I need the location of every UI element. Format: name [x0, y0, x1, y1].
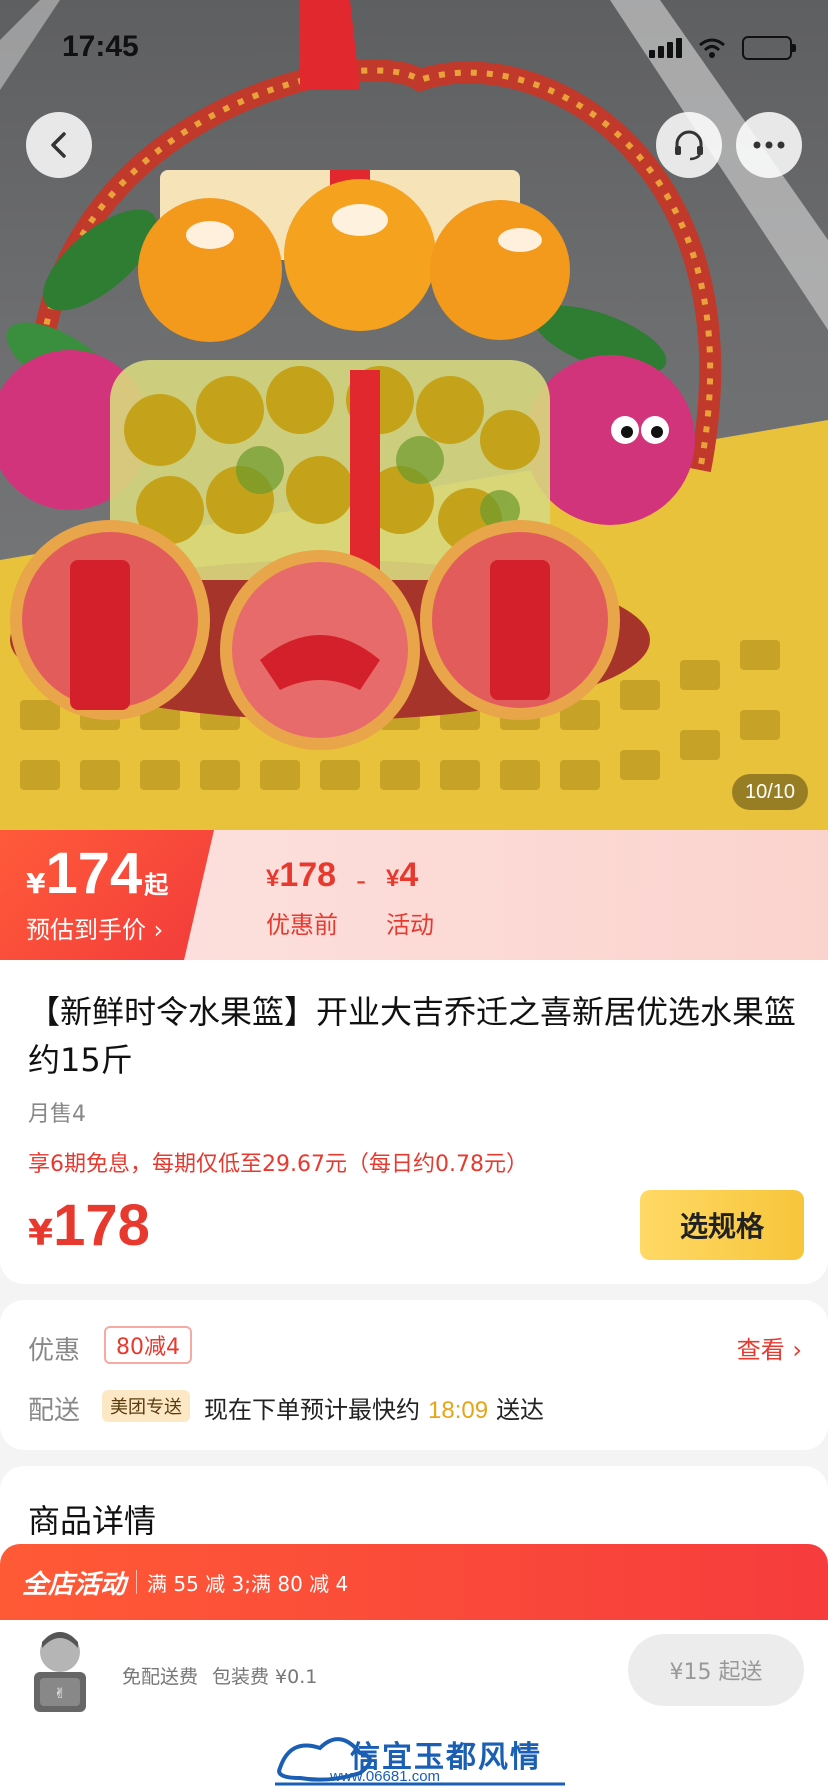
minus-sign: -: [356, 864, 367, 897]
discount-label: 优惠: [28, 1336, 81, 1366]
wifi-icon: [699, 38, 725, 58]
divider: [136, 1570, 138, 1594]
delivery-tag: 美团专送: [102, 1390, 190, 1422]
more-dots-icon: [753, 141, 785, 149]
delivery-prefix: 现在下单预计最快约: [204, 1396, 420, 1424]
cart-mascot-icon[interactable]: ✌: [24, 1628, 96, 1720]
product-price: ¥ 178: [28, 1192, 150, 1259]
signal-icon: [649, 38, 682, 58]
discount-block: ¥4 活动: [386, 856, 434, 940]
discount-amount-value: 4: [399, 856, 419, 894]
estimated-price: ¥ 174 起: [26, 840, 168, 907]
select-spec-button[interactable]: 选规格: [640, 1190, 804, 1260]
product-price-value: 178: [53, 1193, 150, 1258]
discount-delivery-card: 优惠 80减4 查看 › 配送 美团专送 现在下单预计最快约 18:09 送达: [0, 1300, 828, 1450]
original-price-value: 178: [279, 856, 337, 894]
estimated-price-block[interactable]: ¥ 174 起 预估到手价 ›: [0, 830, 214, 960]
currency-symbol: ¥: [386, 865, 400, 892]
estimated-price-label: 预估到手价 ›: [26, 916, 164, 944]
store-activity-bar[interactable]: 全店活动 满 55 减 3;满 80 减 4: [0, 1544, 828, 1620]
monthly-sales: 月售4: [28, 1102, 86, 1127]
back-button[interactable]: [26, 112, 92, 178]
status-bar: 17:45: [0, 0, 828, 100]
fee-info: 免配送费 包装费 ¥0.1: [122, 1662, 331, 1689]
currency-symbol: ¥: [28, 1213, 54, 1254]
installment-info[interactable]: 享6期免息，每期仅低至29.67元（每日约0.78元）: [28, 1146, 528, 1178]
delivery-estimate: 现在下单预计最快约 18:09 送达: [204, 1390, 544, 1425]
price-suffix: 起: [144, 871, 169, 899]
currency-symbol: ¥: [26, 867, 46, 900]
bottom-cart-bar: ✌ 免配送费 包装费 ¥0.1 ¥15 起送 信宜玉都风情 www.06681.c…: [0, 1620, 828, 1792]
min-order-button[interactable]: ¥15 起送: [628, 1634, 804, 1706]
price-banner: ¥ 174 起 预估到手价 › ¥178 优惠前 - ¥4 活动: [0, 830, 828, 960]
status-time: 17:45: [62, 30, 139, 63]
headset-icon: [675, 130, 703, 161]
product-title: 【新鲜时令水果篮】开业大吉乔迁之喜新居优选水果篮约15斤: [28, 993, 797, 1079]
watermark-url: www.06681.com: [330, 1768, 441, 1785]
image-counter: 10/10: [732, 774, 808, 810]
delivery-label: 配送: [28, 1396, 81, 1426]
delivery-time: 18:09: [428, 1397, 489, 1424]
status-icons: [649, 36, 796, 60]
packing-fee-text: 包装费 ¥0.1: [212, 1666, 318, 1688]
chevron-left-icon: [51, 132, 66, 158]
discount-amount: ¥4: [386, 856, 434, 895]
activity-text: 满 55 减 3;满 80 减 4: [147, 1571, 349, 1596]
estimated-price-value: 174: [45, 841, 143, 906]
battery-icon: [742, 36, 796, 60]
view-discount-link[interactable]: 查看 ›: [737, 1330, 802, 1365]
activity-label: 全店活动: [22, 1569, 127, 1600]
original-price-label: 优惠前: [266, 911, 338, 939]
coupon-tag[interactable]: 80减4: [104, 1326, 192, 1364]
original-price-block: ¥178 优惠前: [266, 856, 338, 940]
customer-service-button[interactable]: [656, 112, 722, 178]
product-image-carousel[interactable]: 17:45 10/10: [0, 0, 828, 830]
more-button[interactable]: [736, 112, 802, 178]
product-info-card: 【新鲜时令水果篮】开业大吉乔迁之喜新居优选水果篮约15斤 月售4 享6期免息，每…: [0, 960, 828, 1284]
discount-label: 活动: [386, 911, 434, 939]
svg-text:✌: ✌: [54, 1686, 66, 1702]
currency-symbol: ¥: [266, 865, 280, 892]
free-delivery-text: 免配送费: [122, 1666, 199, 1688]
detail-title: 商品详情: [28, 1502, 157, 1540]
original-price: ¥178: [266, 856, 338, 895]
delivery-suffix: 送达: [496, 1396, 545, 1424]
